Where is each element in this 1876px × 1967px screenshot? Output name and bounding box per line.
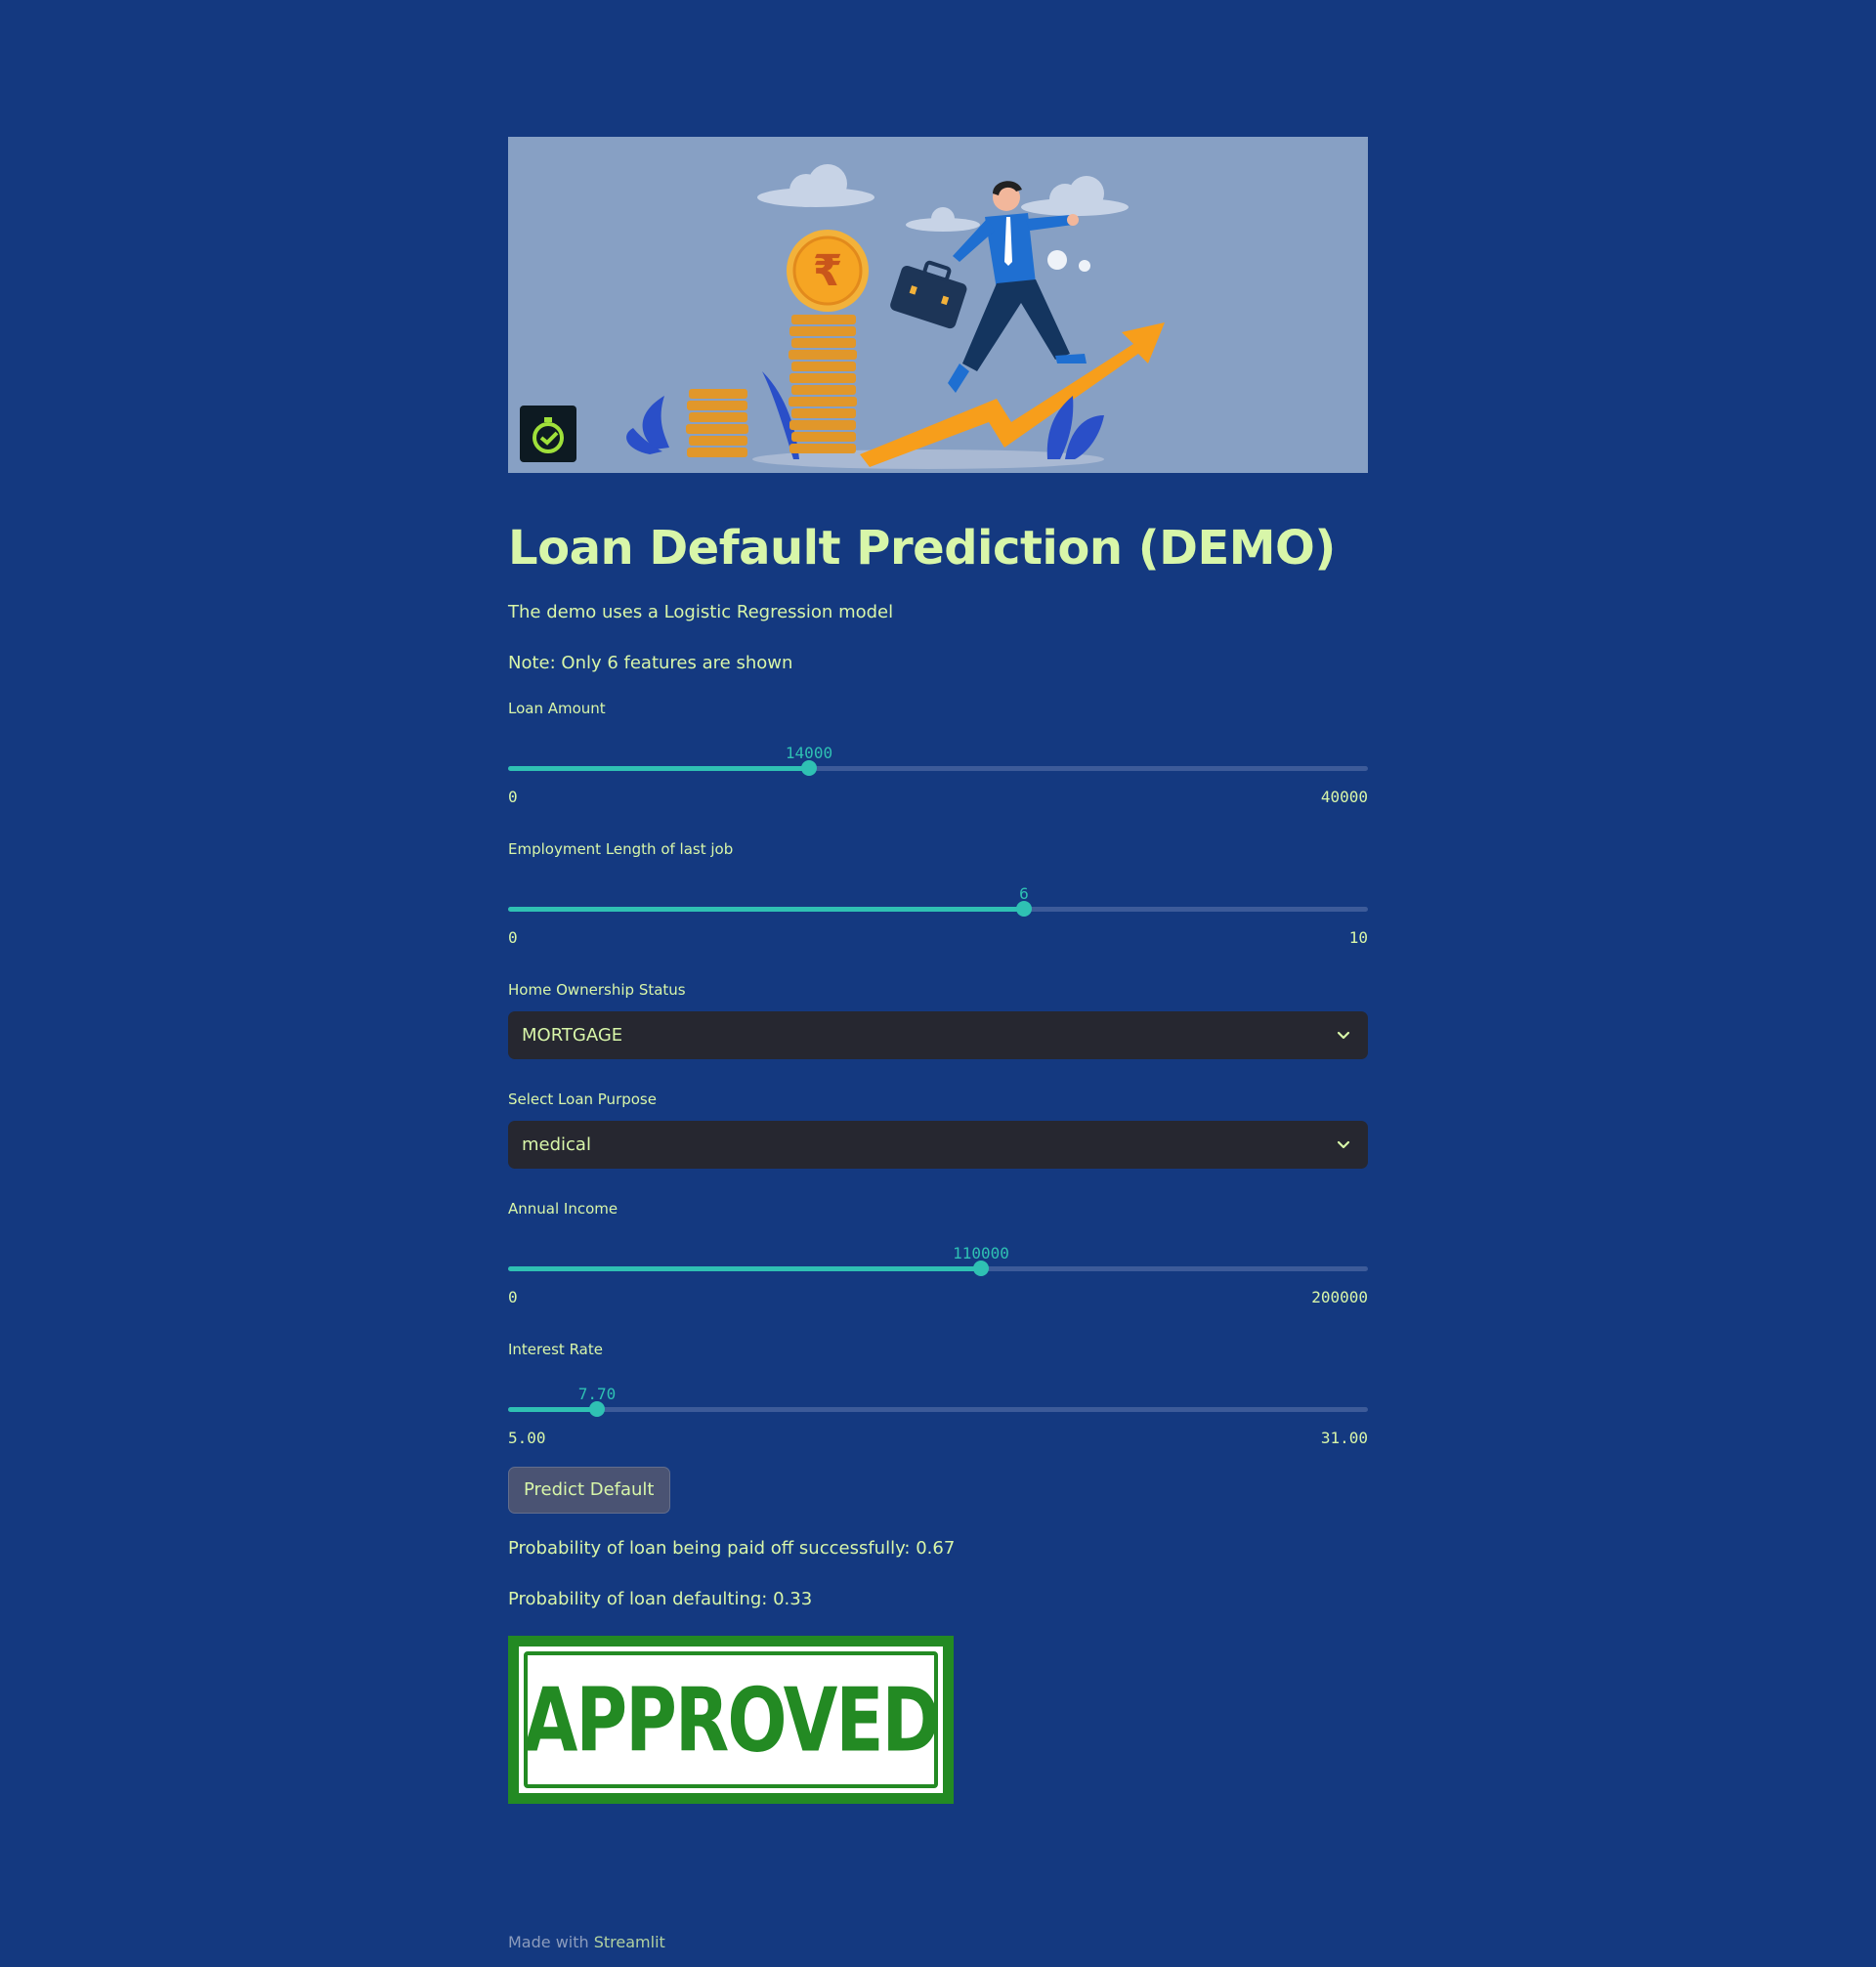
loan-purpose-label: Select Loan Purpose: [508, 1090, 657, 1108]
slider-thumb[interactable]: [1016, 901, 1032, 917]
employment-length-widget: Employment Length of last job 6 0 10: [508, 839, 1368, 947]
stopwatch-logo-icon: [520, 406, 576, 462]
slider-fill: [508, 1407, 597, 1412]
slider-track[interactable]: [508, 1407, 1368, 1412]
slider-min: 5.00: [508, 1429, 546, 1447]
page-title: Loan Default Prediction (DEMO): [508, 521, 1336, 576]
note-text: Note: Only 6 features are shown: [508, 653, 793, 673]
annual-income-slider[interactable]: 110000 0 200000: [508, 1219, 1368, 1306]
slider-max: 40000: [1320, 788, 1368, 806]
slider-thumb[interactable]: [801, 760, 817, 776]
rupee-coin-businessman-illustration: ₹: [626, 164, 1165, 469]
slider-thumb[interactable]: [589, 1401, 605, 1417]
loan-amount-slider[interactable]: 14000 0 40000: [508, 718, 1368, 806]
loan-purpose-selected: medical: [522, 1134, 591, 1155]
slider-max: 10: [1348, 928, 1368, 947]
stamp-text: APPROVED: [523, 1668, 941, 1772]
home-ownership-selected: MORTGAGE: [522, 1025, 623, 1046]
approved-stamp-image: APPROVED: [508, 1636, 954, 1804]
footer: Made with Streamlit: [508, 1933, 665, 1951]
streamlit-link[interactable]: Streamlit: [594, 1933, 665, 1951]
annual-income-widget: Annual Income 110000 0 200000: [508, 1199, 1368, 1306]
banner-image: ₹: [508, 137, 1368, 473]
slider-max: 31.00: [1320, 1429, 1368, 1447]
slider-max: 200000: [1311, 1288, 1368, 1306]
home-ownership-label: Home Ownership Status: [508, 981, 686, 999]
paid-off-probability: Probability of loan being paid off succe…: [508, 1538, 956, 1559]
interest-rate-label: Interest Rate: [508, 1341, 603, 1358]
chevron-down-icon: [1337, 1140, 1350, 1149]
loan-amount-label: Loan Amount: [508, 700, 606, 717]
home-ownership-widget: Home Ownership Status MORTGAGE: [508, 980, 1368, 1059]
slider-min: 0: [508, 788, 518, 806]
slider-fill: [508, 907, 1024, 912]
footer-prefix: Made with: [508, 1933, 589, 1951]
home-ownership-select[interactable]: MORTGAGE: [508, 1011, 1368, 1059]
loan-purpose-widget: Select Loan Purpose medical: [508, 1090, 1368, 1169]
predict-default-button[interactable]: Predict Default: [508, 1467, 670, 1514]
slider-thumb[interactable]: [973, 1261, 989, 1276]
interest-rate-widget: Interest Rate 7.70 5.00 31.00: [508, 1340, 1368, 1447]
slider-min: 0: [508, 928, 518, 947]
description-text: The demo uses a Logistic Regression mode…: [508, 602, 894, 622]
slider-fill: [508, 1266, 981, 1271]
default-probability: Probability of loan defaulting: 0.33: [508, 1589, 813, 1609]
employment-length-slider[interactable]: 6 0 10: [508, 859, 1368, 947]
main-content: ₹ Loan Default Prediction (DEMO) The dem…: [508, 137, 1368, 1804]
svg-text:₹: ₹: [813, 246, 843, 296]
slider-fill: [508, 766, 809, 771]
loan-purpose-select[interactable]: medical: [508, 1121, 1368, 1169]
employment-length-label: Employment Length of last job: [508, 840, 734, 858]
annual-income-label: Annual Income: [508, 1200, 618, 1218]
chevron-down-icon: [1337, 1031, 1350, 1040]
loan-amount-widget: Loan Amount 14000 0 40000: [508, 699, 1368, 806]
slider-min: 0: [508, 1288, 518, 1306]
interest-rate-slider[interactable]: 7.70 5.00 31.00: [508, 1359, 1368, 1447]
